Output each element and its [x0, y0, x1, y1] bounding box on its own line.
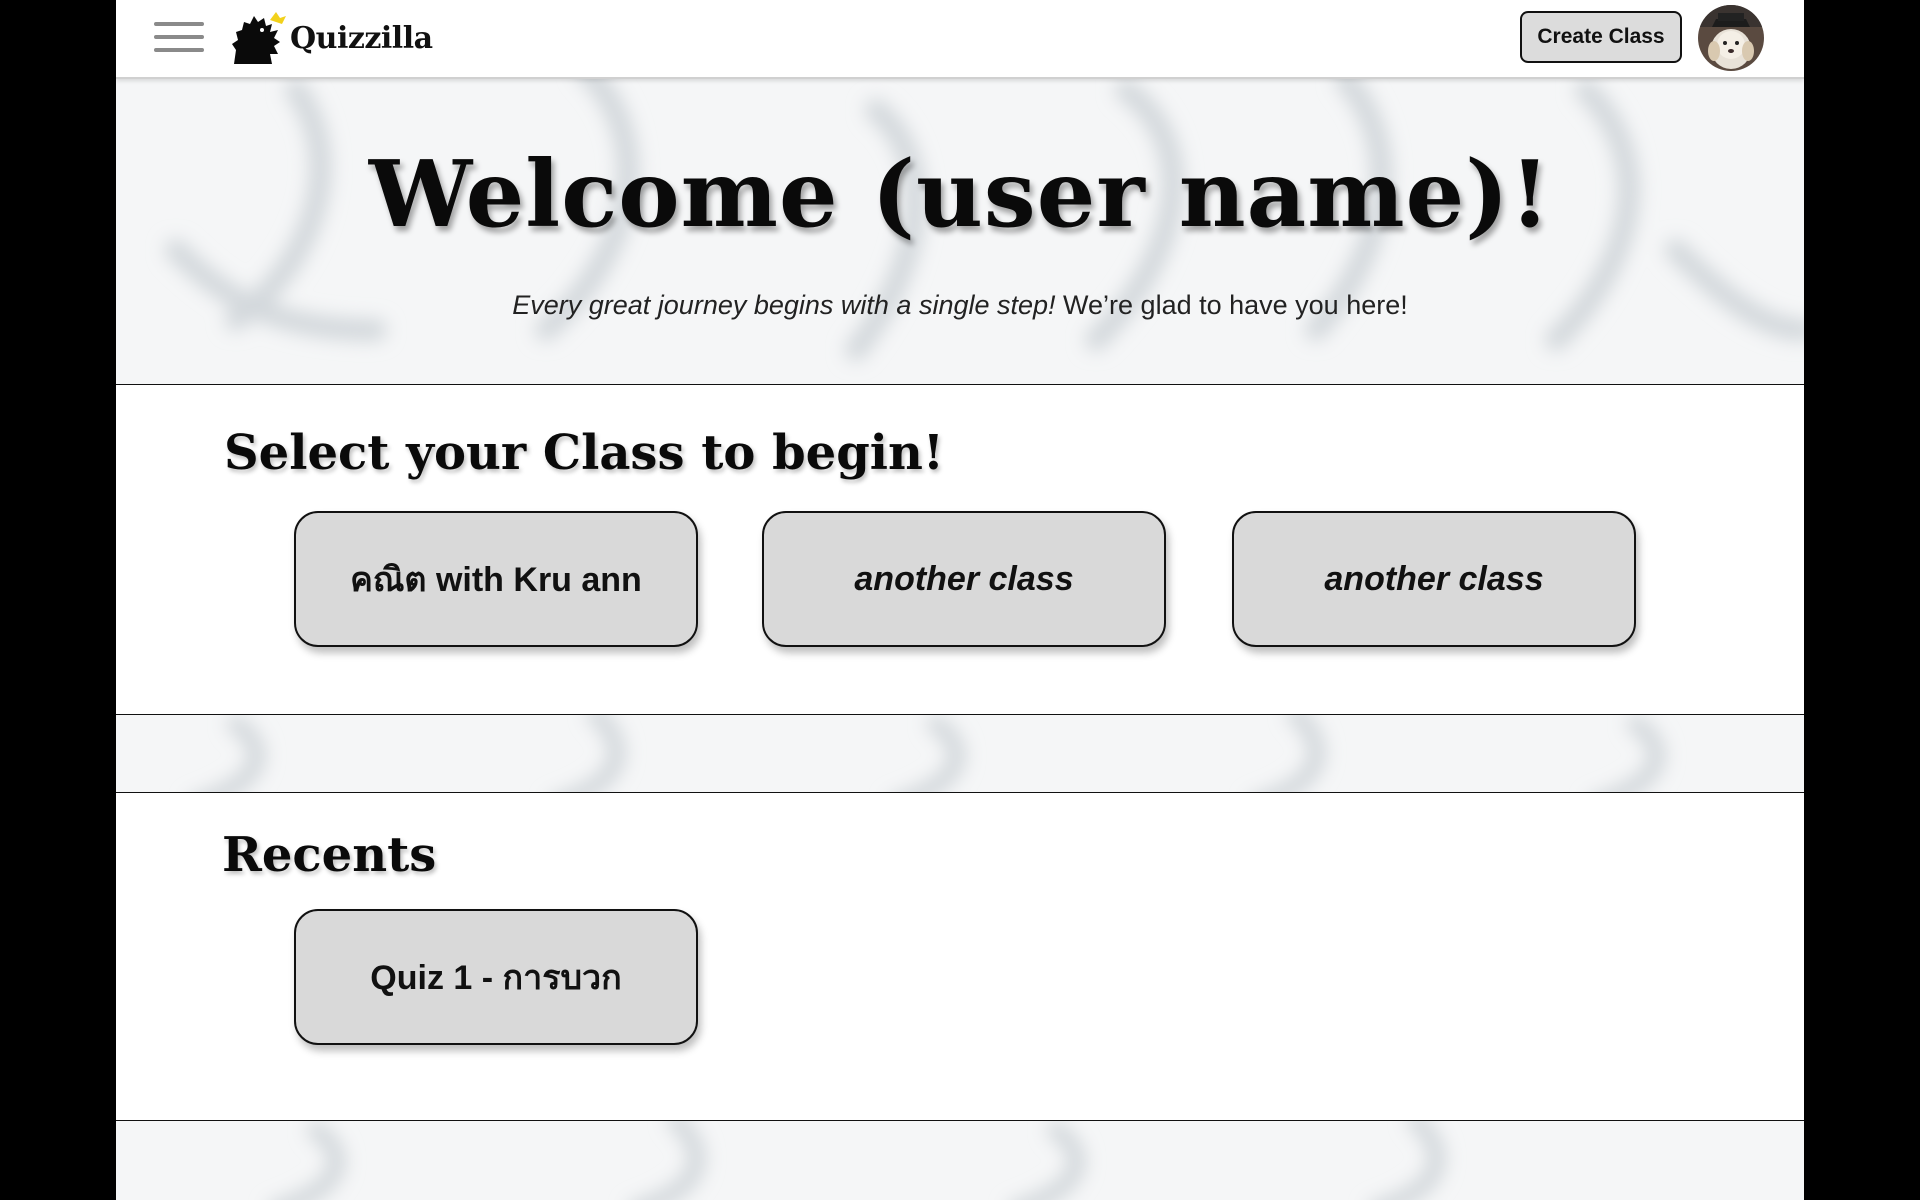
welcome-subtitle-italic: Every great journey begins with a single…: [512, 290, 1056, 320]
brand-logo[interactable]: Quizzilla: [226, 8, 433, 68]
class-card[interactable]: another class: [762, 511, 1166, 647]
welcome-subtitle: Every great journey begins with a single…: [116, 290, 1804, 321]
class-card[interactable]: another class: [1232, 511, 1636, 647]
footer-background: [116, 1120, 1804, 1200]
recents-section: Recents Quiz 1 - การบวก: [116, 792, 1804, 1121]
top-navigation-bar: Quizzilla Create Class: [116, 0, 1804, 79]
app-page: Quizzilla Create Class Welcome (user nam…: [116, 0, 1804, 1200]
hamburger-menu-icon[interactable]: [154, 22, 204, 56]
welcome-title: Welcome (user name)!: [368, 140, 1552, 248]
user-avatar-icon[interactable]: [1698, 5, 1764, 71]
classes-heading: Select your Class to begin!: [224, 425, 944, 481]
welcome-subtitle-rest: We’re glad to have you here!: [1055, 290, 1408, 320]
create-class-button[interactable]: Create Class: [1520, 11, 1682, 63]
recents-heading: Recents: [222, 827, 437, 883]
brand-name: Quizzilla: [290, 20, 433, 56]
divider-background: [116, 714, 1804, 792]
recent-quiz-card[interactable]: Quiz 1 - การบวก: [294, 909, 698, 1045]
class-card[interactable]: คณิต with Kru ann: [294, 511, 698, 647]
godzilla-logo-icon: [232, 12, 286, 64]
classes-section: Select your Class to begin! คณิต with Kr…: [116, 384, 1804, 715]
